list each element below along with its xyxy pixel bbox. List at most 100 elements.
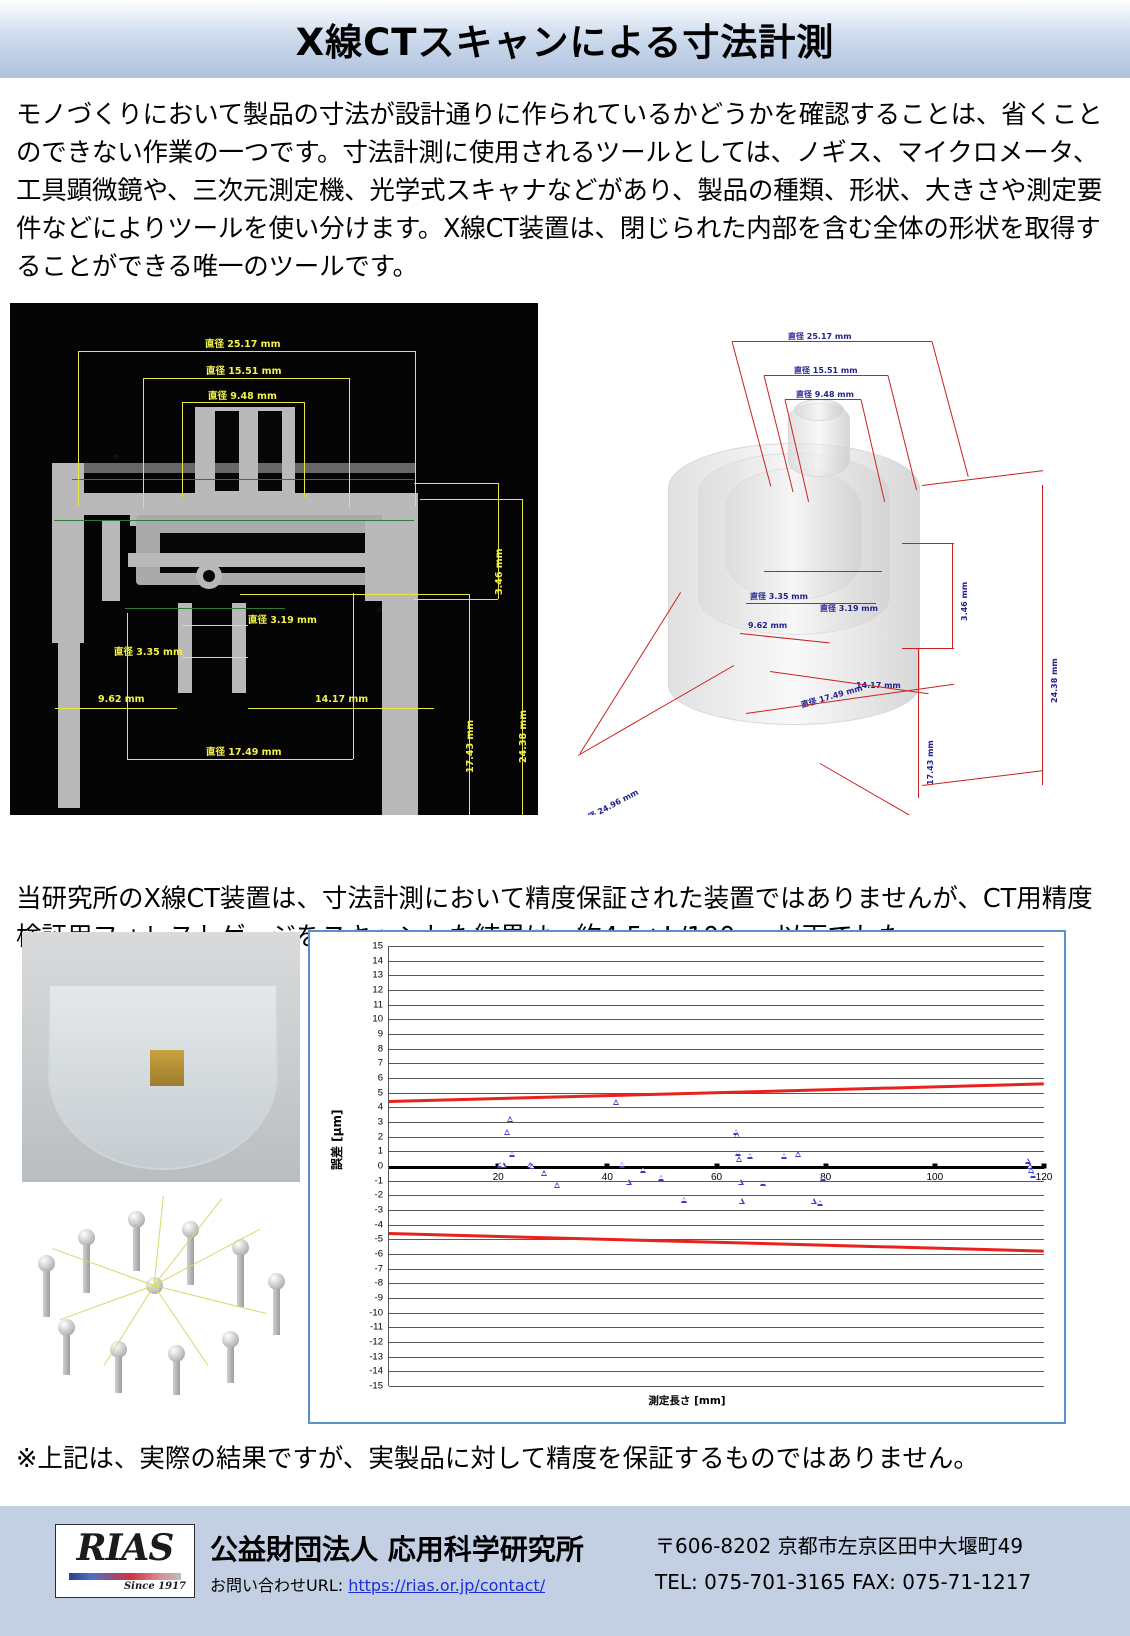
dimension-extension [349,378,350,508]
chart-y-tick-label: 15 [372,940,383,952]
dimension-label-3d: 24.38 mm [1050,658,1059,703]
measurement-vector [153,1228,261,1286]
chart-gridline: -7 [375,1263,1044,1274]
chart-data-point [554,1182,561,1189]
dimension-extension [414,599,498,600]
chart-data-point [529,1163,535,1169]
chart-y-tick-label: -12 [369,1336,383,1348]
chart-data-point [503,1129,510,1136]
forest-gauge-photo [22,932,300,1182]
dimension-line [127,759,353,760]
dimension-extension-3d [921,470,1044,486]
dimension-label: 9.62 mm [98,694,145,705]
chart-y-tick-label: -5 [374,1233,383,1245]
chart-data-point [810,1198,817,1205]
chart-data-point [734,1132,741,1139]
gauge-sphere [58,1319,75,1336]
part-shape [102,521,120,601]
intro-paragraph: モノづくりにおいて製品の寸法が設計通りに作られているかどうかを確認することは、省… [16,100,1103,282]
chart-data-point [657,1174,664,1181]
chart-y-tick-label: 9 [377,1028,383,1040]
chart-data-point [619,1161,626,1168]
gauge-sphere [268,1273,285,1290]
organization-name: 公益財団法人 応用科学研究所 [210,1533,584,1566]
contact-url-link[interactable]: https://rias.or.jp/contact/ [348,1576,545,1595]
chart-y-tick-label: 6 [377,1072,383,1084]
dimension-line-3d [764,571,882,572]
gauge-sphere [168,1345,185,1362]
chart-y-tick-label: 1 [377,1145,383,1157]
part-shape [232,603,246,693]
rias-logo-word: RIAS [76,1527,175,1569]
gauge-stem [63,1335,70,1375]
chart-y-tick-label: 3 [377,1116,383,1128]
chart-y-tick-label: -15 [369,1380,383,1392]
chart-gridline: 15 [372,941,1044,952]
dimension-line [469,594,470,815]
volume-inner-ring [725,468,862,600]
dimension-line [182,657,248,658]
dimension-extension [182,402,183,497]
dimension-extension [240,594,469,595]
chart-gridline: -8 [375,1278,1044,1289]
dimension-extension [143,378,144,508]
reference-line [125,608,285,609]
error-scatter-chart: 誤差 [μm] 15 14 13 12 11 10 9 8 7 6 5 4 3 2 1 0 -1 -2 -3 -4 -5… [308,930,1066,1424]
dimension-label-3d: 直径 3.19 mm [820,604,878,613]
ct-cross-section-image: 直径 25.17 mm 直径 15.51 mm 直径 9.48 mm 直径 3.… [10,303,538,815]
chart-data-point [541,1170,548,1177]
chart-gridline: -14 [369,1366,1044,1377]
chart-y-tick-label: -11 [369,1321,383,1333]
dimension-label-3d: 3.46 mm [960,581,969,621]
chart-y-tick-label: 7 [377,1057,383,1069]
gauge-sphere [222,1331,239,1348]
chart-data-point [680,1196,687,1203]
chart-data-point [747,1152,754,1159]
dimension-extension [420,499,522,500]
page-footer: RIAS Since 1917 公益財団法人 応用科学研究所 お問い合わせURL… [0,1506,1130,1636]
dimension-line [182,625,248,626]
dimension-label: 直径 15.51 mm [206,366,282,377]
dimension-label: 24.38 mm [518,709,529,763]
chart-data-point [735,1149,742,1156]
gauge-stem [273,1289,280,1335]
chart-x-tick-mark [714,1163,719,1169]
dimension-line-3d [579,592,682,754]
part-hole [203,570,215,582]
chart-data-point [500,1162,507,1169]
chart-y-axis-label: 誤差 [μm] [330,1109,344,1170]
chart-data-point [613,1099,620,1106]
chart-gridline: 4 [378,1102,1044,1113]
chart-x-tick-label: 40 [601,1172,613,1183]
chart-data-point [640,1166,647,1173]
part-shape [55,463,415,473]
gauge-center-post [150,1050,184,1086]
chart-gridline: 7 [378,1058,1044,1069]
reference-line [72,479,414,480]
tel-fax-line: TEL: 075-701-3165 FAX: 075-71-1217 [655,1570,1032,1594]
page-title: X線CTスキャンによる寸法計測 [295,21,835,64]
dimension-line [78,351,415,352]
gauge-stem [43,1271,50,1317]
chart-y-tick-label: -13 [369,1351,383,1363]
gauge-stem [173,1361,180,1395]
chart-data-point [736,1156,743,1163]
chart-x-tick-mark [932,1163,938,1169]
chart-y-tick-label: -14 [369,1365,383,1377]
chart-y-tick-label: 11 [373,999,383,1011]
dimension-label: 3.46 mm [494,548,505,595]
dimension-label: 直径 3.19 mm [248,615,317,626]
chart-gridline: 6 [378,1073,1044,1084]
chart-y-tick-label: 13 [372,969,383,981]
rias-logo-bar [69,1573,181,1580]
chart-y-tick-label: 14 [372,955,383,967]
gauge-stem [115,1357,122,1393]
chart-y-tick-label: 4 [377,1101,383,1113]
chart-gridline: -4 [375,1219,1044,1230]
dimension-extension-3d [902,648,954,649]
dimension-extension-3d [921,770,1044,786]
part-shape [128,553,368,567]
volume-neck-top [794,399,844,421]
chart-data-point [1030,1171,1037,1178]
address-line: 〒606-8202 京都市左京区田中大堰町49 [655,1534,1024,1558]
